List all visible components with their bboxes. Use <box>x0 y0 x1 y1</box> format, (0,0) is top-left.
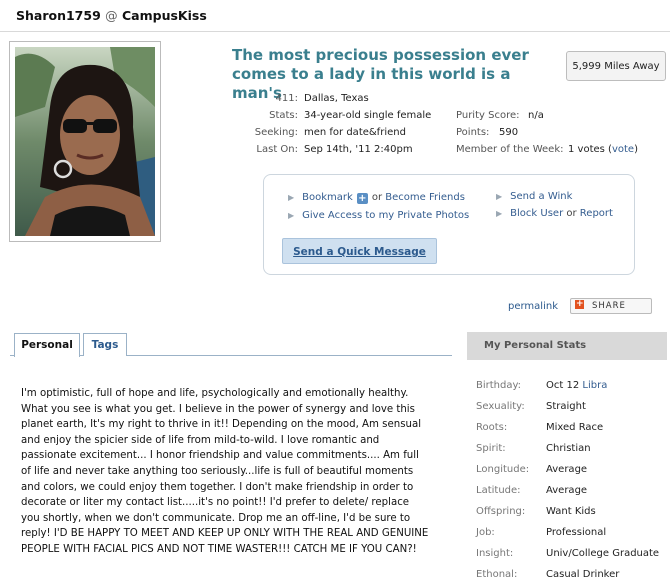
stat-label: Points: <box>456 127 490 138</box>
share-label: SHARE <box>592 301 626 311</box>
stat-value: 590 <box>499 127 519 138</box>
send-wink-link[interactable]: Send a Wink <box>510 191 572 202</box>
stat-value: Average <box>546 485 588 496</box>
stat-label: Offspring: <box>476 506 526 517</box>
arrow-right-icon: ▶ <box>496 192 503 201</box>
stat-value: Mixed Race <box>546 422 604 433</box>
tab-tags[interactable]: Tags <box>83 333 127 356</box>
personal-stats-header: My Personal Stats <box>467 332 667 360</box>
stat-label: Ethonal: <box>476 569 518 580</box>
stat-label: Job: <box>476 527 495 538</box>
zodiac-link[interactable]: Libra <box>582 380 607 391</box>
profile-photo[interactable] <box>15 47 155 236</box>
send-wink-action: ▶ Send a Wink <box>496 191 572 203</box>
give-access-link[interactable]: Give Access to my Private Photos <box>302 210 469 221</box>
stat-value: Univ/College Graduate <box>546 548 660 559</box>
stat-value: Professional <box>546 527 607 538</box>
bookmark-link[interactable]: Bookmark <box>302 192 353 203</box>
arrow-right-icon: ▶ <box>288 193 295 202</box>
permalink-link[interactable]: permalink <box>508 301 558 312</box>
plus-icon[interactable]: + <box>356 193 368 204</box>
stat-label: Longitude: <box>476 464 530 475</box>
votes-suffix: ) <box>634 144 638 155</box>
about-me-text: I'm optimistic, full of hope and life, p… <box>21 388 429 555</box>
stat-label: Member of the Week: <box>456 144 564 155</box>
votes-count: 1 votes ( <box>568 144 612 155</box>
stat-value: Oct 12 Libra <box>546 380 607 392</box>
at-sign: @ <box>105 8 118 23</box>
stat-label: Latitude: <box>476 485 521 496</box>
header-divider <box>0 31 670 32</box>
become-friends-link[interactable]: Become Friends <box>385 192 465 203</box>
stat-value: Dallas, Texas <box>304 93 369 104</box>
or-text: or <box>566 208 577 219</box>
share-button[interactable]: SHARE <box>570 297 652 314</box>
stat-value: Want Kids <box>546 506 596 517</box>
report-link[interactable]: Report <box>580 208 613 219</box>
birthday-date: Oct 12 <box>546 380 580 391</box>
give-access-action: ▶ Give Access to my Private Photos <box>288 210 469 222</box>
stat-label: Sexuality: <box>476 401 525 412</box>
stat-value: Christian <box>546 443 591 454</box>
profile-photo-frame[interactable] <box>9 41 161 242</box>
stat-value: Average <box>546 464 588 475</box>
tab-personal[interactable]: Personal <box>14 333 80 357</box>
stat-label: Roots: <box>476 422 508 433</box>
stat-value: men for date&friend <box>304 127 406 138</box>
stat-value: Straight <box>546 401 586 412</box>
send-quick-message-button[interactable]: Send a Quick Message <box>282 238 437 264</box>
page-title: Sharon1759 @ CampusKiss <box>16 8 207 23</box>
arrow-right-icon: ▶ <box>288 211 295 220</box>
share-icon <box>575 297 585 311</box>
block-user-link[interactable]: Block User <box>510 208 563 219</box>
stat-label: Birthday: <box>476 380 522 391</box>
stat-value: n/a <box>528 110 544 121</box>
block-report-action: ▶ Block User or Report <box>496 208 613 220</box>
stat-label: Last On: <box>256 144 298 155</box>
arrow-right-icon: ▶ <box>496 209 503 218</box>
stat-label: Spirit: <box>476 443 506 454</box>
stat-value: 1 votes (vote) <box>568 144 638 156</box>
or-text: or <box>371 192 383 203</box>
stat-label: Insight: <box>476 548 514 559</box>
stat-label: Purity Score: <box>456 110 520 121</box>
stat-value: 34-year-old single female <box>304 110 432 121</box>
profile-photo-image <box>15 47 155 236</box>
distance-badge: 5,999 Miles Away <box>566 51 666 81</box>
stat-label: Seeking: <box>254 127 298 138</box>
profile-username: Sharon1759 <box>16 8 101 23</box>
stat-label: Stats: <box>269 110 298 121</box>
stat-value: Casual Drinker <box>546 569 620 580</box>
site-name[interactable]: CampusKiss <box>122 8 207 23</box>
stat-value: Sep 14th, '11 2:40pm <box>304 144 413 155</box>
vote-link[interactable]: vote <box>612 144 634 155</box>
stat-label: 411: <box>275 93 298 104</box>
bookmark-action: ▶ Bookmark + or Become Friends <box>288 192 465 204</box>
